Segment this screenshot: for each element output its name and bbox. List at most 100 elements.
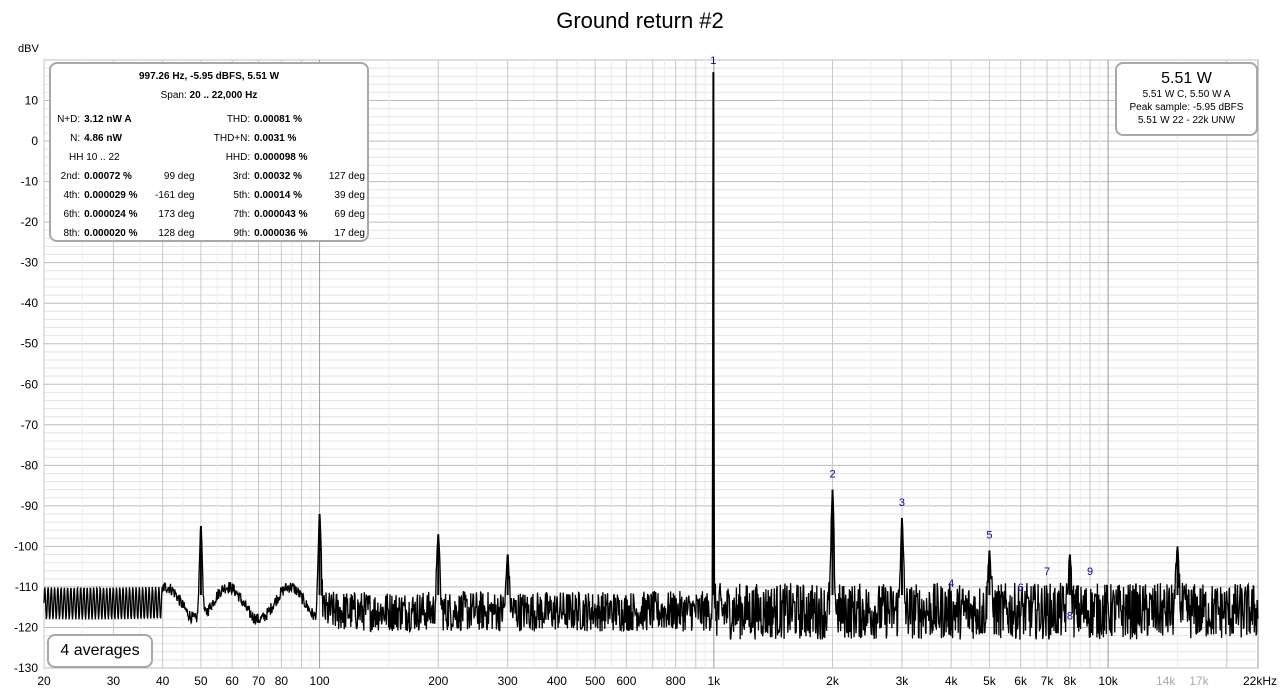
- harmonic-marker-3: 3: [899, 497, 905, 509]
- y-tick-label: -110: [15, 580, 38, 594]
- harmonic-label: 8th:: [63, 228, 81, 239]
- y-tick-label: 0: [31, 134, 38, 148]
- harmonic-phase: 99 deg: [163, 171, 195, 182]
- y-tick-label: -120: [14, 620, 38, 634]
- measurement-table: N+D: 3.12 nW A THD: 0.00081 % N: 4.86 nW…: [53, 110, 367, 243]
- harmonic-label: 3rd:: [232, 171, 251, 182]
- span-value: 20 .. 22,000 Hz: [189, 90, 258, 101]
- y-tick-label: -60: [21, 377, 39, 391]
- x-tick-label: 6k: [1014, 674, 1028, 688]
- power-main-value: 5.51 W: [1161, 70, 1212, 87]
- harmonic-label: 6th:: [63, 209, 81, 220]
- x-tick-label: 80: [275, 674, 289, 688]
- harmonic-value: 0.000036 %: [254, 228, 308, 239]
- y-tick-label: -100: [14, 539, 38, 553]
- harmonic-phase: 128 deg: [158, 228, 195, 239]
- y-tick-label: 10: [25, 94, 39, 108]
- harmonic-label: 5th:: [233, 190, 251, 201]
- x-tick-label: 100: [310, 674, 330, 688]
- harmonic-row: 4th: 0.000029 % -161 deg 5th: 0.00014 % …: [53, 186, 367, 205]
- nd-value: 3.12 nW A: [84, 114, 132, 125]
- harmonic-phase: 39 deg: [334, 190, 365, 201]
- power-weighted: 5.51 W C, 5.50 W A: [1142, 89, 1231, 100]
- harmonic-phase: 17 deg: [334, 228, 365, 239]
- harmonic-row: 8th: 0.000020 % 128 deg 9th: 0.000036 % …: [53, 224, 367, 243]
- nd-label: N+D:: [57, 114, 81, 125]
- measurement-panel[interactable]: 997.26 Hz, -5.95 dBFS, 5.51 W Span: 20 .…: [49, 62, 369, 242]
- harmonic-marker-7: 7: [1044, 566, 1050, 578]
- y-tick-label: -30: [21, 256, 39, 270]
- harmonic-phase: 69 deg: [334, 209, 365, 220]
- y-tick-label: -90: [21, 499, 39, 513]
- y-tick-label: -20: [21, 215, 39, 229]
- harmonic-label: 2nd:: [60, 171, 81, 182]
- x-tick-label: 4k: [945, 674, 959, 688]
- thd-value: 0.00081 %: [254, 114, 302, 125]
- y-tick-label: -130: [14, 661, 38, 675]
- power-unweighted: 5.51 W 22 - 22k UNW: [1137, 115, 1236, 126]
- hhd-label: HHD:: [225, 152, 251, 163]
- x-tick-label: 600: [616, 674, 636, 688]
- span-line: Span: 20 .. 22,000 Hz: [51, 90, 367, 101]
- thdn-label: THD+N:: [213, 133, 251, 144]
- x-tick-label: 2k: [826, 674, 840, 688]
- x-tick-label: 60: [225, 674, 239, 688]
- harmonic-marker-9: 9: [1087, 566, 1093, 578]
- harmonic-value: 0.000043 %: [254, 209, 308, 220]
- y-tick-label: -80: [21, 458, 39, 472]
- x-tick-label: 22kHz: [1243, 674, 1277, 688]
- harmonic-value: 0.00032 %: [254, 171, 302, 182]
- y-tick-label: -40: [21, 296, 39, 310]
- harmonic-phase: 173 deg: [158, 209, 195, 220]
- n-value: 4.86 nW: [84, 133, 122, 144]
- harmonic-marker-6: 6: [1018, 582, 1024, 594]
- n-label: N:: [70, 133, 81, 144]
- y-tick-label: -10: [21, 175, 39, 189]
- x-tick-label: 300: [498, 674, 518, 688]
- harmonic-marker-1: 1: [710, 55, 716, 67]
- x-tick-label: 70: [252, 674, 266, 688]
- harmonic-value: 0.000029 %: [84, 190, 138, 201]
- x-tick-label: 400: [547, 674, 567, 688]
- x-tick-label: 14k: [1156, 674, 1176, 688]
- averages-badge[interactable]: 4 averages: [47, 634, 153, 668]
- harmonic-value: 0.00014 %: [254, 190, 302, 201]
- harmonic-value: 0.000024 %: [84, 209, 138, 220]
- fundamental-summary: 997.26 Hz, -5.95 dBFS, 5.51 W: [138, 71, 280, 82]
- y-tick-label: -70: [21, 418, 39, 432]
- y-tick-label: -50: [21, 337, 39, 351]
- power-panel[interactable]: 5.51 W 5.51 W C, 5.50 W A Peak sample: -…: [1115, 62, 1258, 136]
- x-tick-label: 40: [156, 674, 170, 688]
- x-tick-label: 5k: [983, 674, 997, 688]
- thd-label: THD:: [226, 114, 251, 125]
- harmonic-marker-8: 8: [1067, 610, 1073, 622]
- harmonic-value: 0.000020 %: [84, 228, 138, 239]
- harmonic-label: 7th:: [233, 209, 251, 220]
- hh-label: HH 10 .. 22: [69, 152, 120, 163]
- harmonic-phase: -161 deg: [155, 190, 195, 201]
- x-tick-label: 30: [107, 674, 121, 688]
- x-tick-label: 10k: [1098, 674, 1118, 688]
- harmonic-phase: 127 deg: [328, 171, 365, 182]
- harmonic-marker-5: 5: [986, 529, 992, 541]
- harmonic-row: 6th: 0.000024 % 173 deg 7th: 0.000043 % …: [53, 205, 367, 224]
- x-tick-label: 1k: [707, 674, 721, 688]
- x-tick-label: 200: [428, 674, 448, 688]
- harmonic-value: 0.00072 %: [84, 171, 132, 182]
- x-tick-label: 8k: [1064, 674, 1078, 688]
- x-tick-label: 17k: [1189, 674, 1209, 688]
- harmonic-label: 9th:: [233, 228, 251, 239]
- harmonic-marker-4: 4: [948, 578, 954, 590]
- hhd-value: 0.000098 %: [254, 152, 308, 163]
- harmonic-label: 4th:: [63, 190, 81, 201]
- harmonic-row: 2nd: 0.00072 % 99 deg 3rd: 0.00032 % 127…: [53, 167, 367, 186]
- thdn-value: 0.0031 %: [254, 133, 297, 144]
- x-tick-label: 50: [194, 674, 208, 688]
- peak-sample: Peak sample: -5.95 dBFS: [1129, 102, 1244, 113]
- harmonic-marker-2: 2: [829, 468, 835, 480]
- x-tick-label: 500: [585, 674, 605, 688]
- x-tick-label: 7k: [1041, 674, 1055, 688]
- x-tick-label: 20: [37, 674, 51, 688]
- x-tick-label: 3k: [896, 674, 910, 688]
- span-label: Span:: [160, 90, 187, 101]
